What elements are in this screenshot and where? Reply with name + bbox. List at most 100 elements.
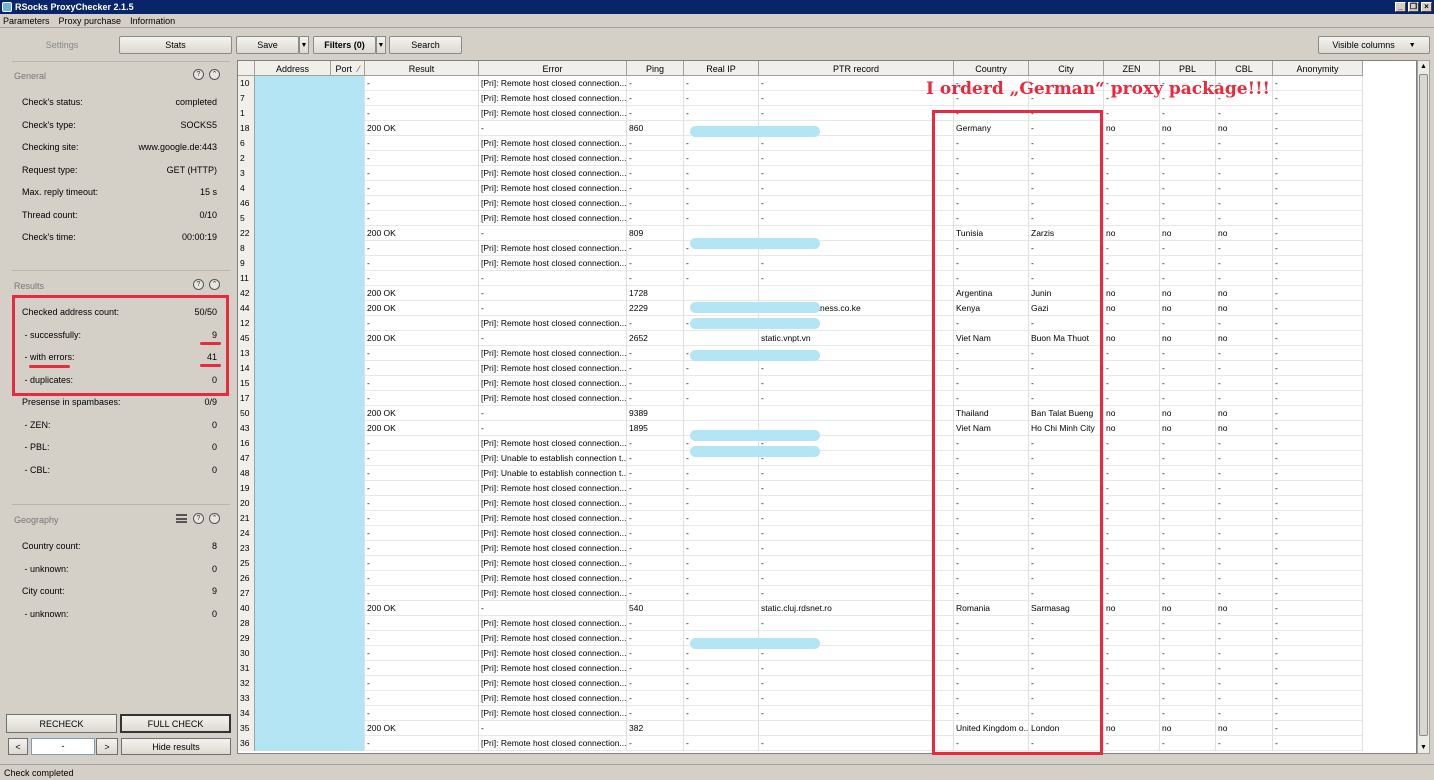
column-header-zen[interactable]: ZEN	[1104, 61, 1160, 76]
scroll-thumb[interactable]	[1419, 74, 1428, 736]
error-cell: [Pri]: Unable to establish connection t.…	[479, 451, 627, 466]
help-icon[interactable]: ?	[193, 279, 204, 290]
table-row[interactable]: 5- [Pri]: Remote host closed connection..…	[238, 211, 1363, 226]
column-header-anonymity[interactable]: Anonymity	[1273, 61, 1363, 76]
result-cell: -	[365, 316, 479, 331]
table-row[interactable]: 32- [Pri]: Remote host closed connection.…	[238, 676, 1363, 691]
ptr-cell: -	[759, 706, 954, 721]
collapse-icon[interactable]: ⌃	[209, 279, 220, 290]
column-header-country[interactable]: Country	[954, 61, 1029, 76]
filters-button[interactable]: Filters (0)	[313, 36, 376, 54]
table-row[interactable]: 24- [Pri]: Remote host closed connection.…	[238, 526, 1363, 541]
ping-cell: -	[627, 196, 684, 211]
page-input[interactable]: -	[31, 738, 95, 755]
vertical-scrollbar[interactable]: ▲ ▼	[1417, 60, 1430, 754]
table-row[interactable]: 26- [Pri]: Remote host closed connection.…	[238, 571, 1363, 586]
list-icon[interactable]	[176, 514, 187, 523]
minimize-icon[interactable]: _	[1395, 2, 1406, 12]
table-row[interactable]: 46- [Pri]: Remote host closed connection.…	[238, 196, 1363, 211]
column-header-pbl[interactable]: PBL	[1160, 61, 1216, 76]
cbl-cell: -	[1216, 691, 1273, 706]
table-row[interactable]: 50 200 OK -9389 Thailand Ban Talat Bueng no no…	[238, 406, 1363, 421]
full-check-button[interactable]: FULL CHECK	[120, 714, 231, 733]
menu-parameters[interactable]: Parameters	[3, 16, 50, 26]
table-row[interactable]: 45 200 OK -2652 static.vnpt.vn Viet Nam Buon …	[238, 331, 1363, 346]
scroll-up-icon[interactable]: ▲	[1418, 61, 1429, 72]
column-header-result[interactable]: Result	[365, 61, 479, 76]
restore-icon[interactable]: ❐	[1408, 2, 1419, 12]
tab-settings[interactable]: Settings	[6, 36, 118, 54]
column-header-error[interactable]: Error	[479, 61, 627, 76]
table-row[interactable]: 19- [Pri]: Remote host closed connection.…	[238, 481, 1363, 496]
stat-row: Checking site: www.google.de:443	[22, 142, 217, 154]
hide-results-button[interactable]: Hide results	[121, 738, 231, 755]
table-row[interactable]: 33- [Pri]: Remote host closed connection.…	[238, 691, 1363, 706]
tab-stats[interactable]: Stats	[119, 36, 232, 54]
anon-cell: -	[1273, 76, 1363, 91]
table-row[interactable]: 3- [Pri]: Remote host closed connection..…	[238, 166, 1363, 181]
realip-cell: -	[684, 481, 759, 496]
ping-cell: 1728	[627, 286, 684, 301]
pbl-cell: no	[1160, 226, 1216, 241]
help-icon[interactable]: ?	[193, 513, 204, 524]
table-row[interactable]: 36- [Pri]: Remote host closed connection.…	[238, 736, 1363, 751]
table-row[interactable]: 28- [Pri]: Remote host closed connection.…	[238, 616, 1363, 631]
recheck-button[interactable]: RECHECK	[6, 714, 117, 733]
save-dropdown-icon[interactable]: ▼	[299, 36, 309, 54]
help-icon[interactable]: ?	[193, 69, 204, 80]
pbl-cell: no	[1160, 601, 1216, 616]
pbl-cell: -	[1160, 316, 1216, 331]
column-header-cbl[interactable]: CBL	[1216, 61, 1273, 76]
annotation-box	[932, 110, 1103, 755]
table-row[interactable]: 31- [Pri]: Remote host closed connection.…	[238, 661, 1363, 676]
column-header-real-ip[interactable]: Real IP	[684, 61, 759, 76]
anon-cell: -	[1273, 676, 1363, 691]
table-row[interactable]: 1- [Pri]: Remote host closed connection..…	[238, 106, 1363, 121]
results-heading: Results	[14, 281, 45, 291]
column-header-ptr-record[interactable]: PTR record	[759, 61, 954, 76]
scroll-down-icon[interactable]: ▼	[1418, 742, 1429, 753]
column-header-label: Address	[275, 63, 310, 74]
table-row[interactable]: 9- [Pri]: Remote host closed connection..…	[238, 256, 1363, 271]
table-row[interactable]: 25- [Pri]: Remote host closed connection.…	[238, 556, 1363, 571]
collapse-icon[interactable]: ⌃	[209, 513, 220, 524]
table-row[interactable]: 23- [Pri]: Remote host closed connection.…	[238, 541, 1363, 556]
address-cell	[255, 721, 331, 736]
table-row[interactable]: 20- [Pri]: Remote host closed connection.…	[238, 496, 1363, 511]
table-row[interactable]: 42 200 OK -1728 Argentina Junin no no no -	[238, 286, 1363, 301]
address-cell	[255, 316, 331, 331]
anon-cell: -	[1273, 151, 1363, 166]
table-row[interactable]: 35 200 OK -382 United Kingdom o... London no n…	[238, 721, 1363, 736]
table-row[interactable]: 27- [Pri]: Remote host closed connection.…	[238, 586, 1363, 601]
column-header-ping[interactable]: Ping	[627, 61, 684, 76]
filters-dropdown-icon[interactable]: ▼	[376, 36, 386, 54]
table-row[interactable]: 21- [Pri]: Remote host closed connection.…	[238, 511, 1363, 526]
visible-columns-button[interactable]: Visible columns ▼	[1318, 36, 1430, 54]
result-cell: -	[365, 76, 479, 91]
table-row[interactable]: 15- [Pri]: Remote host closed connection.…	[238, 376, 1363, 391]
next-page-button[interactable]: >	[96, 738, 118, 755]
table-row[interactable]: 48- [Pri]: Unable to establish connection…	[238, 466, 1363, 481]
column-header-port[interactable]: Port ⁄	[331, 61, 365, 76]
table-row[interactable]: 6- [Pri]: Remote host closed connection..…	[238, 136, 1363, 151]
address-cell	[255, 436, 331, 451]
search-button[interactable]: Search	[389, 36, 462, 54]
table-row[interactable]: 40 200 OK -540 static.cluj.rdsnet.ro Romania…	[238, 601, 1363, 616]
table-row[interactable]: 17- [Pri]: Remote host closed connection.…	[238, 391, 1363, 406]
cbl-cell: -	[1216, 391, 1273, 406]
table-row[interactable]: 11- - - - - - - - - - -	[238, 271, 1363, 286]
collapse-icon[interactable]: ⌃	[209, 69, 220, 80]
prev-page-button[interactable]: <	[8, 738, 28, 755]
column-header-city[interactable]: City	[1029, 61, 1104, 76]
error-cell: -	[479, 226, 627, 241]
table-row[interactable]: 34- [Pri]: Remote host closed connection.…	[238, 706, 1363, 721]
column-header-address[interactable]: Address	[255, 61, 331, 76]
table-row[interactable]: 2- [Pri]: Remote host closed connection..…	[238, 151, 1363, 166]
menu-proxy-purchase[interactable]: Proxy purchase	[59, 16, 122, 26]
save-button[interactable]: Save	[236, 36, 299, 54]
close-icon[interactable]: ×	[1421, 2, 1432, 12]
ptr-cell: -	[759, 181, 954, 196]
table-row[interactable]: 4- [Pri]: Remote host closed connection..…	[238, 181, 1363, 196]
menu-information[interactable]: Information	[130, 16, 175, 26]
table-row[interactable]: 14- [Pri]: Remote host closed connection.…	[238, 361, 1363, 376]
